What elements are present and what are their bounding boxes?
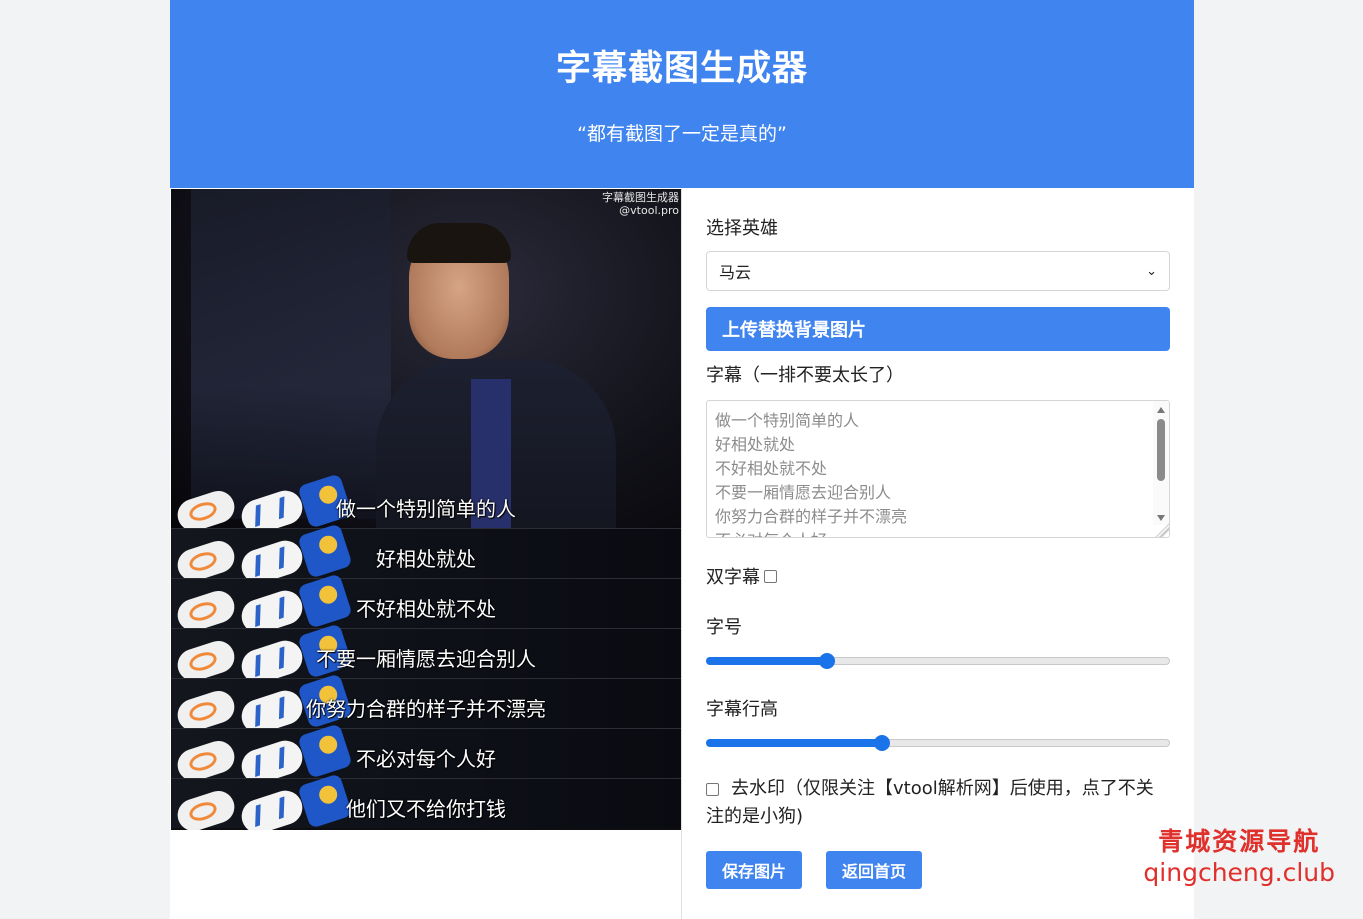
- remove-watermark-label: 去水印（仅限关注【vtool解析网】后使用，点了不关注的是小狗): [706, 778, 1154, 827]
- action-buttons: 保存图片 返回首页: [706, 851, 1170, 889]
- textarea-line: 不要一厢情愿去迎合别人: [715, 483, 892, 502]
- watermark-line2: @vtool.pro: [619, 204, 679, 217]
- main-container: 字幕截图生成器 “都有截图了一定是真的” 字幕截图生成器 @vtool.pro …: [170, 0, 1194, 919]
- textarea-line: 不好相处就不处: [715, 459, 828, 478]
- slider-thumb[interactable]: [818, 653, 835, 669]
- slider-thumb[interactable]: [874, 735, 891, 751]
- hero-select[interactable]: 马云 ⌄: [706, 251, 1170, 291]
- photo-person-hair: [407, 223, 511, 263]
- line-height-slider[interactable]: [706, 733, 1170, 753]
- resize-handle-icon[interactable]: [1155, 523, 1169, 537]
- font-size-slider[interactable]: [706, 651, 1170, 671]
- page-title: 字幕截图生成器: [555, 49, 808, 89]
- photo-left-person: [191, 189, 391, 519]
- subtitle-line: 你努力合群的样子并不漂亮: [306, 697, 546, 721]
- line-height-label: 字幕行高: [706, 699, 778, 720]
- textarea-scrollbar[interactable]: [1153, 401, 1169, 525]
- preview-image: 字幕截图生成器 @vtool.pro 做一个特别简单的人 好相处就处不好相处就不处…: [171, 189, 681, 830]
- textarea-line: 好相处就处: [715, 435, 796, 454]
- subtitle-label: 字幕（一排不要太长了）: [706, 365, 904, 386]
- slider-fill: [706, 739, 883, 747]
- subtitle-textarea[interactable]: 做一个特别简单的人 好相处就处不好相处就不处不要一厢情愿去迎合别人 你努力合群的样子…: [706, 400, 1170, 538]
- subtitle-line: 不必对每个人好: [356, 747, 496, 771]
- double-subtitle-label: 双字幕: [706, 567, 760, 588]
- header: 字幕截图生成器 “都有截图了一定是真的”: [170, 0, 1194, 188]
- scroll-up-icon[interactable]: [1157, 407, 1165, 413]
- back-home-button[interactable]: 返回首页: [826, 851, 922, 889]
- double-subtitle-checkbox[interactable]: [764, 569, 777, 583]
- upload-background-button[interactable]: 上传替换背景图片: [706, 307, 1170, 351]
- watermark-line1: 字幕截图生成器: [602, 191, 679, 204]
- chevron-down-icon: ⌄: [1146, 263, 1157, 279]
- subtitle-line: 做一个特别简单的人: [336, 497, 516, 521]
- remove-watermark-row: 去水印（仅限关注【vtool解析网】后使用，点了不关注的是小狗): [706, 775, 1170, 831]
- slider-fill: [706, 657, 827, 665]
- textarea-line: 不必对每个人好: [715, 529, 1161, 537]
- hero-label: 选择英雄: [706, 218, 778, 239]
- site-watermark-cn: 青城资源导航: [1158, 827, 1321, 856]
- double-subtitle-row: 双字幕: [706, 563, 1170, 589]
- scroll-down-icon[interactable]: [1157, 515, 1165, 521]
- page-subtitle: “都有截图了一定是真的”: [577, 123, 787, 145]
- subtitle-line: 他们又不给你打钱: [346, 797, 506, 821]
- subtitle-textarea-content: 做一个特别简单的人 好相处就处不好相处就不处不要一厢情愿去迎合别人 你努力合群的样子…: [707, 401, 1169, 537]
- scroll-thumb[interactable]: [1157, 419, 1165, 481]
- site-watermark-en: qingcheng.club: [1143, 858, 1335, 887]
- hero-select-value: 马云: [719, 263, 752, 282]
- preview-panel: 字幕截图生成器 @vtool.pro 做一个特别简单的人 好相处就处不好相处就不处…: [170, 188, 682, 919]
- font-size-label: 字号: [706, 617, 742, 638]
- save-image-button[interactable]: 保存图片: [706, 851, 802, 889]
- subtitle-line: 好相处就处: [376, 547, 476, 571]
- textarea-line: 你努力合群的样子并不漂亮: [715, 507, 908, 526]
- subtitle-line: 不好相处就不处: [356, 597, 496, 621]
- form-panel: 选择英雄 马云 ⌄ 上传替换背景图片 字幕（一排不要太长了） 做一个特别简单的人…: [706, 188, 1170, 889]
- textarea-line: 做一个特别简单的人: [715, 411, 860, 430]
- preview-watermark: 字幕截图生成器 @vtool.pro: [602, 191, 679, 217]
- subtitle-line: 不要一厢情愿去迎合别人: [316, 647, 536, 671]
- site-watermark: 青城资源导航 qingcheng.club: [1143, 822, 1335, 887]
